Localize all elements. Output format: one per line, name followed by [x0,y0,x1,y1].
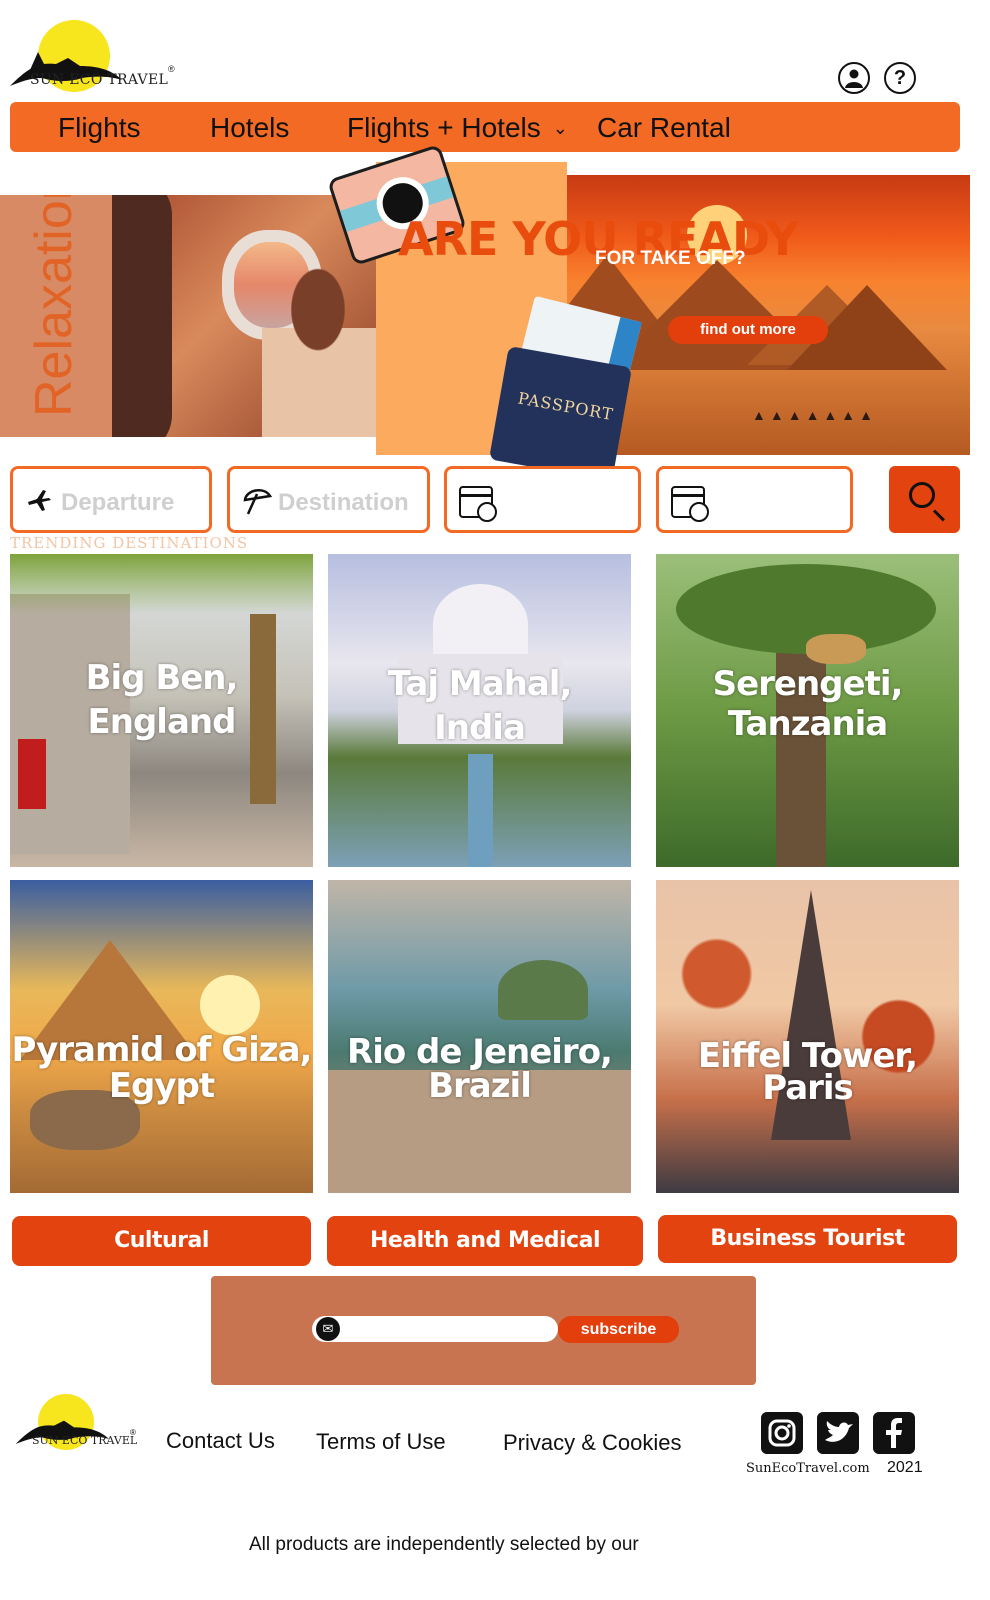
search-button[interactable] [889,466,960,533]
nav-car-rental[interactable]: Car Rental [597,112,731,144]
reflecting-pool-shape [468,754,493,867]
subscribe-button[interactable]: subscribe [558,1316,679,1343]
calendar-glyph [459,486,497,522]
user-glyph [845,69,863,88]
departure-placeholder: Departure [61,489,175,516]
destination-field[interactable]: Destination [227,466,430,533]
hero-relaxation-panel: Relaxation [0,195,112,437]
calendar-glyph [671,486,709,522]
destination-card-giza[interactable]: Pyramid of Giza, Egypt [10,880,313,1193]
trending-heading: TRENDING DESTINATIONS [10,534,249,552]
destination-title-line2: Paris [762,1068,854,1108]
twitter-glyph [825,1421,853,1442]
passport-label: PASSPORT [516,388,616,425]
terms-link[interactable]: Terms of Use [316,1429,446,1455]
category-health-button[interactable]: Health and Medical [327,1216,643,1266]
help-glyph: ? [893,66,907,89]
destination-title-line2: Brazil [428,1066,532,1106]
twitter-icon[interactable] [817,1412,859,1454]
hero-plane-image [112,195,376,437]
nav-flights-hotels-label: Flights + Hotels [347,112,541,143]
destination-title-line1: Serengeti, [712,664,904,704]
footer-brand-name: SUN ECO TRAVEL [32,1434,138,1447]
nav-flights-hotels[interactable]: Flights + Hotels ⌄ [347,112,568,144]
search-icon [909,482,935,508]
traveler-figure [262,255,376,437]
site-url[interactable]: SunEcoTravel.com [746,1461,870,1476]
facebook-icon[interactable] [873,1412,915,1454]
destination-title-line1: Big Ben, [85,658,239,698]
umbrella-glyph [243,488,273,515]
destination-title-line1: Taj Mahal, [387,664,573,704]
destination-title-line2: India [434,708,526,748]
nav-flights[interactable]: Flights [58,112,140,144]
destination-placeholder: Destination [278,489,409,516]
help-icon[interactable]: ? [884,62,916,94]
category-cultural-button[interactable]: Cultural [12,1216,311,1266]
destination-card-rio[interactable]: Rio de Jeneiro, Brazil [328,880,631,1193]
brand-logo[interactable]: SUN ECO TRAVEL ® [8,18,178,98]
dome-shape [433,584,528,664]
destination-card-serengeti[interactable]: Serengeti, Tanzania [656,554,959,867]
brand-name: SUN ECO TRAVEL [30,72,169,88]
facebook-glyph [886,1418,902,1448]
destination-card-taj-mahal[interactable]: Taj Mahal, India [328,554,631,867]
registered-mark: ® [168,64,175,74]
calendar-icon [671,486,709,522]
tree-canopy-shape [676,564,936,654]
destination-title-line2: Egypt [108,1066,215,1106]
find-out-more-button[interactable]: find out more [668,316,828,344]
subscribe-panel: ✉ subscribe [211,1276,756,1385]
user-icon[interactable] [838,62,870,94]
leaves-shape [10,554,313,614]
email-field[interactable]: ✉ [312,1316,558,1342]
chevron-down-icon: ⌄ [552,118,568,138]
destination-title-line2: England [87,702,237,742]
destination-card-big-ben[interactable]: Big Ben, England [10,554,313,867]
instagram-icon[interactable] [761,1412,803,1454]
checkin-date-field[interactable] [444,466,641,533]
umbrella-icon [242,486,273,516]
footer-logo[interactable]: SUN ECO TRAVEL ® [14,1394,144,1454]
instagram-glyph [768,1419,796,1447]
phone-box-shape [18,739,46,809]
calendar-icon [459,486,497,522]
main-nav: Flights Hotels Flights + Hotels ⌄ Car Ren… [10,102,960,152]
camel-caravan: ▲▲▲▲▲▲▲ [752,407,877,423]
destination-title-line2: Tanzania [727,704,889,744]
lion-shape [806,634,866,664]
airplane-glyph [28,490,51,511]
contact-us-link[interactable]: Contact Us [166,1428,275,1454]
sugarloaf-shape [498,960,588,1020]
airplane-icon [25,486,55,516]
privacy-link[interactable]: Privacy & Cookies [503,1430,682,1456]
disclaimer-text: All products are independently selected … [249,1534,639,1555]
destination-card-eiffel[interactable]: Eiffel Tower, Paris [656,880,959,1193]
registered-mark: ® [130,1428,136,1437]
seat-shape [112,195,172,437]
nav-hotels[interactable]: Hotels [210,112,289,144]
envelope-icon: ✉ [316,1317,340,1341]
checkout-date-field[interactable] [656,466,853,533]
sun-glow-shape [200,975,260,1035]
page: SUN ECO TRAVEL ® ? Flights Hotels Flight… [0,0,990,1600]
hero-side-label: Relaxation [25,195,83,417]
header-icons: ? [838,62,916,94]
category-business-button[interactable]: Business Tourist [658,1215,957,1263]
copyright-year: 2021 [887,1459,923,1476]
hero-subheadline: FOR TAKE OFF? [595,248,746,269]
departure-field[interactable]: Departure [10,466,212,533]
passport-icon: PASSPORT [488,346,633,481]
